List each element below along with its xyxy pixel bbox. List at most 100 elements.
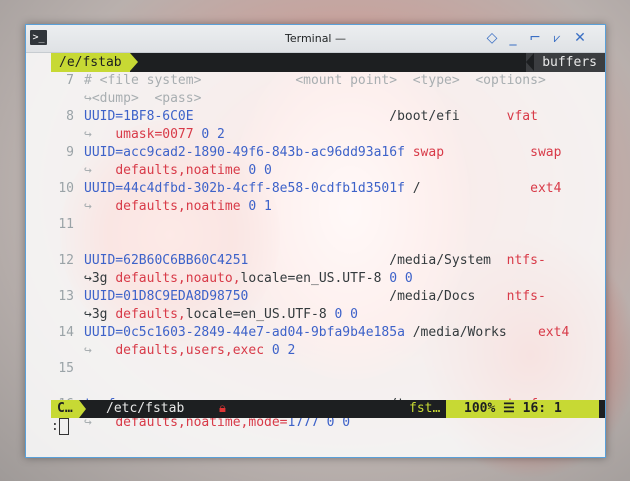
code-line[interactable]: 15 <box>51 360 605 378</box>
text-segment: ↪<dump> <pass> <box>84 91 202 106</box>
keep-below-button[interactable]: ⩗ <box>547 28 567 48</box>
line-text: UUID=01D8C9EDA8D98750 /media/Docs ntfs- <box>84 288 546 306</box>
mode-indicator: C… <box>51 400 86 418</box>
tab-fstab[interactable]: /e/fstab <box>51 53 138 72</box>
text-segment: /media/Docs <box>248 289 507 304</box>
line-text: ↪ umask=0077 0 2 <box>84 126 225 144</box>
shade-button[interactable]: ⌐ <box>525 28 545 48</box>
code-line[interactable]: 11 <box>51 216 605 234</box>
file-path: /etc/fstab <box>106 401 185 416</box>
code-line[interactable]: 12 UUID=62B60C6BB60C4251 /media/System nt… <box>51 252 605 270</box>
line-number-gutter: 12 <box>58 253 74 268</box>
code-line[interactable]: 13 UUID=01D8C9EDA8D98750 /media/Docs ntfs… <box>51 288 605 306</box>
vim-statusline: C… /etc/fstab 🔒︎ fst… 100% ☰ 16: 1 <box>51 400 605 418</box>
text-segment: locale=en_US.UTF-8 <box>240 271 390 286</box>
code-line[interactable]: 8 UUID=1BF8-6C0E /boot/efi vfat <box>51 108 605 126</box>
command-line[interactable]: : <box>51 418 69 436</box>
vim-tabline: /e/fstab buffers <box>51 53 605 72</box>
code-line[interactable] <box>51 378 605 396</box>
text-segment: # <file system> <mount point> <type> <op… <box>84 73 546 88</box>
code-line[interactable]: 9 UUID=acc9cad2-1890-49f6-843b-ac96dd93a1… <box>51 144 605 162</box>
position-segment: 100% ☰ 16: 1 <box>446 400 599 418</box>
text-segment: ntfs- <box>506 289 546 304</box>
code-line[interactable]: 7 # <file system> <mount point> <type> <o… <box>51 72 605 90</box>
title-bar[interactable]: >_ Terminal — ◇ _ ⌐ ⩗ ✕ <box>26 25 605 53</box>
text-segment: ↪3g <box>84 271 116 286</box>
text-segment: locale=en_US.UTF-8 <box>185 307 335 322</box>
code-line[interactable]: 14 UUID=0c5c1603-2849-44e7-ad04-9bfa9b4e1… <box>51 324 605 342</box>
text-segment: UUID=acc9cad2-1890-49f6-843b-ac96dd93a16… <box>84 145 413 160</box>
text-segment: 0 0 <box>389 271 413 286</box>
text-segment: defaults,noauto, <box>115 271 241 286</box>
text-segment: ext4 <box>537 325 570 340</box>
text-segment: defaults,users,exec <box>115 343 272 358</box>
code-line[interactable]: ↪<dump> <pass> <box>51 90 605 108</box>
text-segment: ↪ <box>84 127 116 142</box>
code-line[interactable]: ↪ umask=0077 0 2 <box>51 126 605 144</box>
line-number-gutter: 10 <box>58 181 74 196</box>
line-text: UUID=0c5c1603-2849-44e7-ad04-9bfa9b4e185… <box>84 324 569 342</box>
line-text: ↪3g defaults,noauto,locale=en_US.UTF-8 0… <box>84 270 413 288</box>
cursor <box>58 418 69 435</box>
close-button[interactable]: ✕ <box>570 28 590 48</box>
column-number: 1 <box>553 401 562 416</box>
text-segment: ↪3g <box>84 307 116 322</box>
line-text: ↪3g defaults,locale=en_US.UTF-8 0 0 <box>84 306 358 324</box>
code-line[interactable]: 10 UUID=44c4dfbd-302b-4cff-8e58-0cdfb1d35… <box>51 180 605 198</box>
text-segment: ↪ <box>84 343 116 358</box>
text-segment: ext4 <box>530 181 562 196</box>
text-segment: /media/Works <box>412 325 538 340</box>
text-segment: 0 0 <box>334 307 358 322</box>
readonly-lock-icon: 🔒︎ <box>219 401 226 416</box>
text-segment: ↪ <box>84 199 116 214</box>
line-text: # <file system> <mount point> <type> <op… <box>84 72 546 90</box>
text-segment: 0 2 <box>201 127 225 142</box>
code-line[interactable]: ↪3g defaults,locale=en_US.UTF-8 0 0 <box>51 306 605 324</box>
line-text: ↪ defaults,noatime 0 0 <box>84 162 272 180</box>
code-line[interactable]: ↪ defaults,noatime 0 0 <box>51 162 605 180</box>
text-segment: UUID=0c5c1603-2849-44e7-ad04-9bfa9b4e185… <box>84 325 413 340</box>
terminal-window[interactable]: >_ Terminal — ◇ _ ⌐ ⩗ ✕ /e/fstab buffers… <box>25 24 606 458</box>
text-segment <box>444 145 530 160</box>
line-text: ↪ defaults,noatime 0 1 <box>84 198 272 216</box>
code-line[interactable] <box>51 234 605 252</box>
line-text: UUID=62B60C6BB60C4251 /media/System ntfs… <box>84 252 546 270</box>
line-number-gutter: 14 <box>58 325 74 340</box>
editor-buffer[interactable]: 7 # <file system> <mount point> <type> <o… <box>51 72 605 432</box>
text-segment: UUID=44c4dfbd-302b-4cff-8e58-0cdfb1d3501… <box>84 181 413 196</box>
code-line[interactable]: ↪ defaults,noatime 0 1 <box>51 198 605 216</box>
keep-above-button[interactable]: ◇ <box>482 28 502 48</box>
terminal-content[interactable]: /e/fstab buffers 7 # <file system> <mount… <box>26 53 605 457</box>
code-line[interactable]: ↪ defaults,users,exec 0 2 <box>51 342 605 360</box>
line-number-gutter: 11 <box>58 217 74 232</box>
text-segment: ntfs- <box>506 253 546 268</box>
text-segment: swap <box>412 145 445 160</box>
filetype-label: fst… <box>409 401 441 416</box>
line-text: ↪<dump> <pass> <box>84 90 201 108</box>
text-segment: ↪ <box>84 163 116 178</box>
line-number-gutter: 13 <box>58 289 74 304</box>
line-text: UUID=acc9cad2-1890-49f6-843b-ac96dd93a16… <box>84 144 561 162</box>
line-number: 16 <box>522 401 539 416</box>
text-segment: umask=0077 <box>115 127 202 142</box>
line-text: UUID=44c4dfbd-302b-4cff-8e58-0cdfb1d3501… <box>84 180 561 198</box>
line-number-gutter: 9 <box>66 145 74 160</box>
text-segment: UUID=62B60C6BB60C4251 <box>84 253 249 268</box>
text-segment: defaults,noatime <box>115 163 249 178</box>
text-segment: / <box>412 181 531 196</box>
minimize-button[interactable]: _ <box>503 28 523 48</box>
text-segment: UUID=1BF8-6C0E <box>84 109 194 124</box>
text-segment: UUID=01D8C9EDA8D98750 <box>84 289 249 304</box>
cmdline-prompt: : <box>51 419 59 434</box>
buffers-label: buffers <box>526 53 605 72</box>
text-segment: swap <box>530 145 562 160</box>
text-segment: vfat <box>506 109 538 124</box>
text-segment: /boot/efi <box>193 109 507 124</box>
text-segment: 0 0 <box>248 163 272 178</box>
line-text: ↪ defaults,users,exec 0 2 <box>84 342 295 360</box>
line-number-gutter: 7 <box>66 73 74 88</box>
text-segment: /media/System <box>248 253 507 268</box>
text-segment: defaults,noatime <box>115 199 249 214</box>
code-line[interactable]: ↪3g defaults,noauto,locale=en_US.UTF-8 0… <box>51 270 605 288</box>
line-text: UUID=1BF8-6C0E /boot/efi vfat <box>84 108 538 126</box>
